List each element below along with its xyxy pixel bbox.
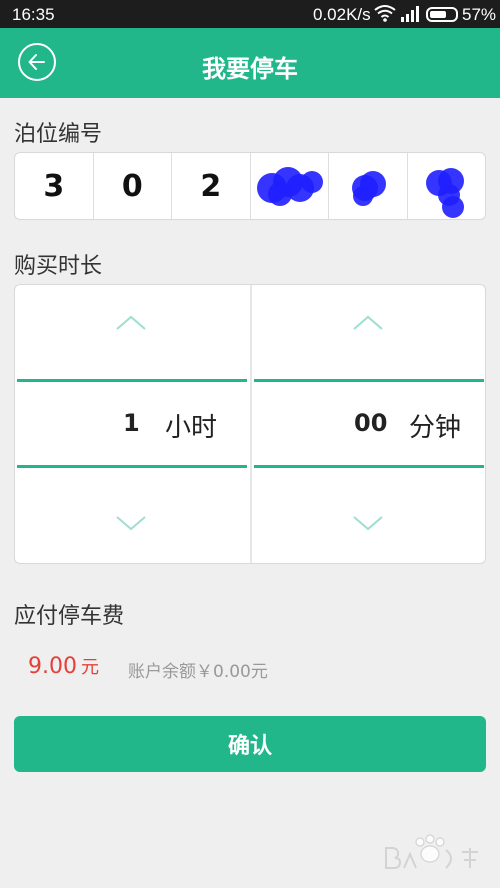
confirm-button[interactable]: 确认 [14, 716, 486, 772]
minutes-value: 00 [354, 409, 388, 437]
fee-currency: 元 [80, 657, 99, 678]
selection-line [17, 379, 247, 382]
berth-digit-4[interactable] [251, 153, 329, 219]
chevron-up-icon[interactable] [115, 313, 147, 333]
scribble-redaction [351, 171, 386, 206]
berth-code-input[interactable]: 3 0 2 [14, 152, 486, 220]
minutes-unit: 分钟 [409, 413, 462, 443]
signal-icon [401, 6, 419, 22]
scribble-redaction [426, 168, 465, 218]
app-header: 我要停车 [0, 28, 500, 98]
chevron-down-icon[interactable] [115, 513, 147, 533]
hours-unit: 小时 [165, 413, 218, 443]
selection-line [17, 465, 247, 468]
wifi-icon [374, 5, 396, 22]
duration-picker: 1 小时 00 分钟 [14, 284, 486, 564]
account-balance: 账户余额￥0.00元 [128, 662, 268, 682]
selection-line [254, 379, 484, 382]
berth-digit-2[interactable]: 0 [94, 153, 172, 219]
berth-label: 泊位编号 [14, 122, 103, 147]
battery-icon [426, 7, 458, 22]
page-title: 我要停车 [202, 55, 298, 83]
berth-digit-6[interactable] [408, 153, 486, 219]
fee-value: 9.00 [28, 654, 77, 679]
fee-amount: 9.00 元 [28, 653, 99, 679]
hours-value: 1 [123, 409, 140, 437]
berth-digit-1[interactable]: 3 [15, 153, 94, 219]
baidu-jingyan-watermark-logo [385, 834, 478, 869]
minutes-wheel[interactable]: 00 分钟 [252, 285, 486, 563]
scribble-redaction [257, 167, 324, 206]
status-bar: 16:35 0.02K/s 57% [0, 0, 500, 28]
network-speed: 0.02K/s [313, 5, 371, 24]
hours-wheel[interactable]: 1 小时 [15, 285, 249, 563]
selection-line [254, 465, 484, 468]
chevron-up-icon[interactable] [352, 313, 384, 333]
battery-percent: 57% [462, 5, 497, 24]
status-time: 16:35 [12, 5, 55, 24]
berth-digit-3[interactable]: 2 [172, 153, 251, 219]
duration-label: 购买时长 [14, 254, 103, 279]
chevron-down-icon[interactable] [352, 513, 384, 533]
fee-label: 应付停车费 [14, 604, 125, 629]
berth-digit-5[interactable] [329, 153, 408, 219]
